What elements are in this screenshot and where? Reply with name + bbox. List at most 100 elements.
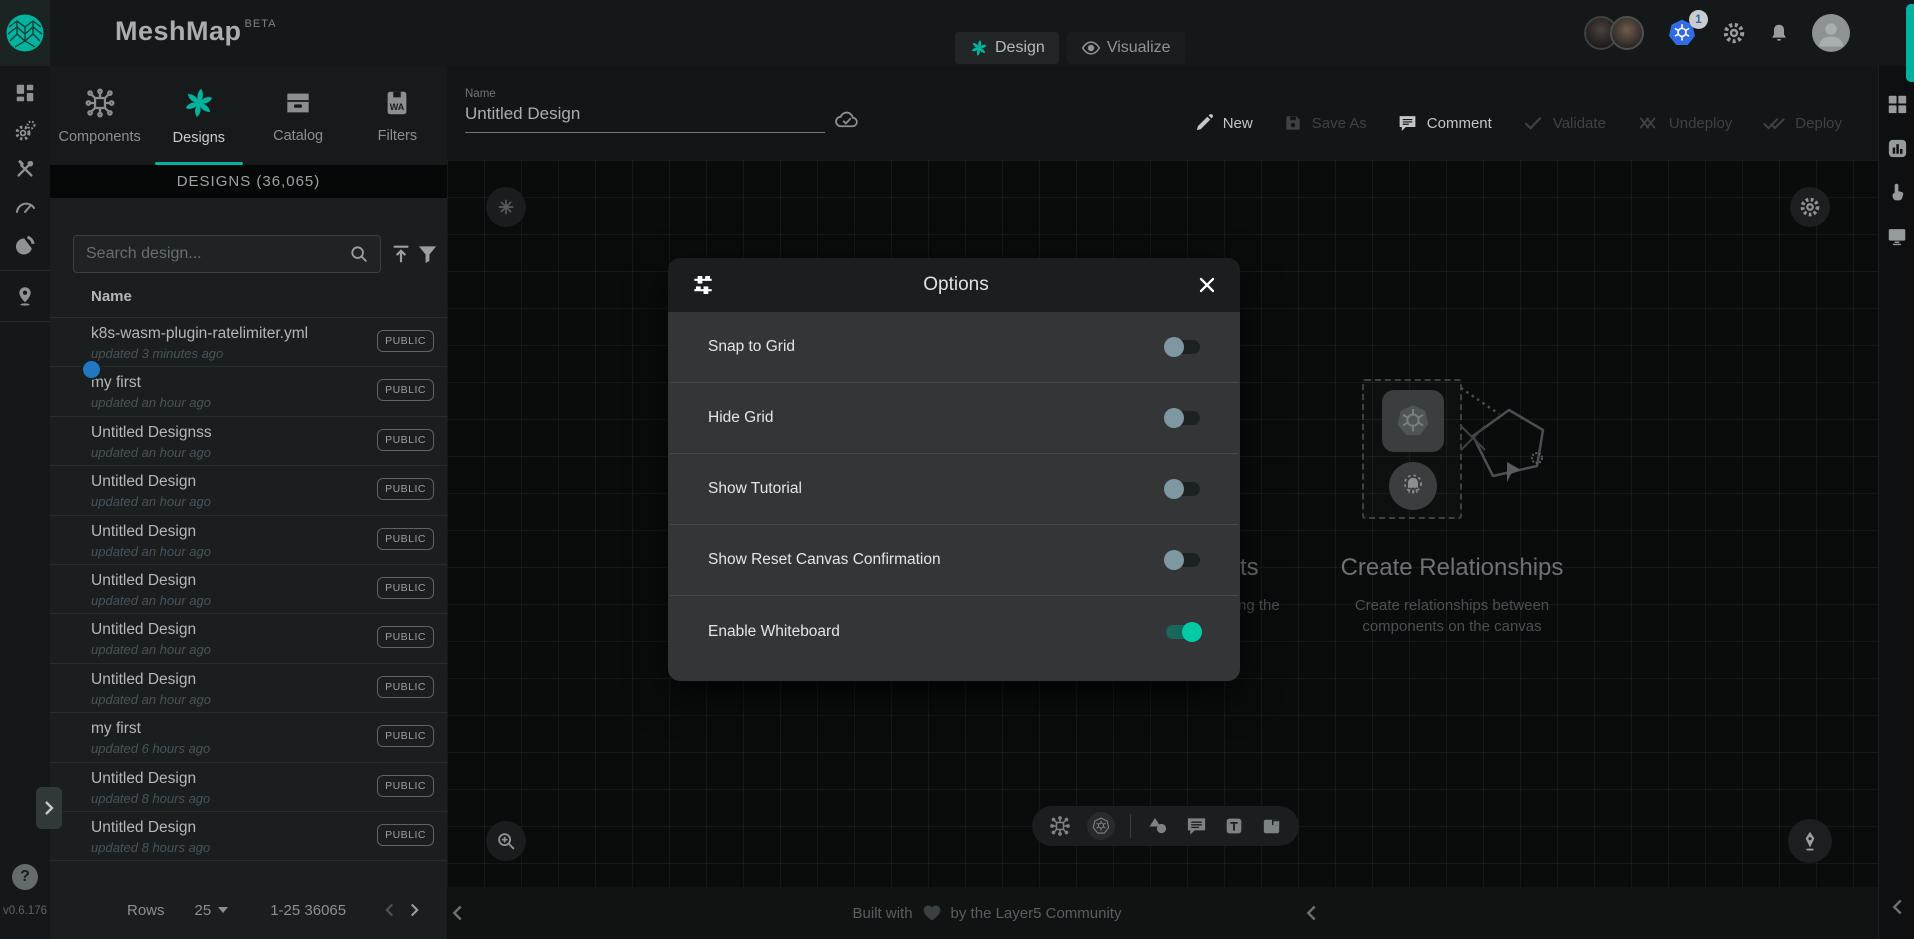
options-modal-header: Options bbox=[668, 258, 1240, 312]
visibility-badge[interactable]: PUBLIC bbox=[377, 478, 434, 500]
tab-visualize[interactable]: Visualize bbox=[1067, 32, 1185, 64]
toggle-knob bbox=[1182, 622, 1202, 642]
asterisk-icon bbox=[496, 197, 516, 217]
nav-extensions[interactable] bbox=[0, 226, 50, 264]
visibility-badge[interactable]: PUBLIC bbox=[377, 775, 434, 797]
save-as-button[interactable]: Save As bbox=[1283, 113, 1367, 133]
canvas-settings-fab[interactable] bbox=[1790, 187, 1830, 227]
option-toggle[interactable] bbox=[1166, 411, 1200, 425]
new-button[interactable]: New bbox=[1194, 113, 1253, 133]
pen-nib-icon bbox=[1799, 829, 1821, 853]
nav-lifecycle[interactable] bbox=[0, 112, 50, 150]
design-name-input[interactable] bbox=[465, 104, 825, 133]
visibility-badge[interactable]: PUBLIC bbox=[377, 626, 434, 648]
design-list-item[interactable]: my first updated an hour ago PUBLIC bbox=[50, 367, 447, 416]
heart-icon bbox=[921, 903, 943, 923]
layer5-logo[interactable] bbox=[0, 0, 50, 66]
nav-performance[interactable] bbox=[0, 188, 50, 226]
dock-shapes-button[interactable] bbox=[1146, 814, 1170, 838]
design-list-item[interactable]: Untitled Design updated an hour ago PUBL… bbox=[50, 614, 447, 663]
visibility-badge[interactable]: PUBLIC bbox=[377, 429, 434, 451]
nav-configuration[interactable] bbox=[0, 150, 50, 188]
visibility-badge[interactable]: PUBLIC bbox=[377, 577, 434, 599]
options-list: Snap to Grid Hide Grid Show Tutorial Sho… bbox=[668, 312, 1240, 681]
option-toggle[interactable] bbox=[1166, 553, 1200, 567]
speedometer-icon bbox=[13, 195, 37, 219]
settings-button[interactable] bbox=[1722, 21, 1746, 45]
gear-icon bbox=[1799, 196, 1821, 218]
visibility-badge[interactable]: PUBLIC bbox=[377, 676, 434, 698]
design-updated: updated an hour ago bbox=[91, 642, 211, 657]
import-design-button[interactable] bbox=[390, 242, 412, 266]
footer-credit: Built with by the Layer5 Community bbox=[807, 903, 1167, 923]
design-list-item[interactable]: Untitled Design updated an hour ago PUBL… bbox=[50, 664, 447, 713]
tab-components[interactable]: Components bbox=[50, 66, 149, 165]
next-page-button[interactable] bbox=[409, 902, 420, 918]
design-list-item[interactable]: k8s-wasm-plugin-ratelimiter.yml updated … bbox=[50, 318, 447, 367]
visibility-badge[interactable]: PUBLIC bbox=[377, 379, 434, 401]
help-button[interactable]: ? bbox=[12, 864, 38, 890]
tab-catalog[interactable]: Catalog bbox=[249, 66, 348, 165]
close-icon[interactable] bbox=[1196, 274, 1218, 296]
design-updated: updated an hour ago bbox=[91, 395, 211, 410]
collaborator-presence-avatar[interactable] bbox=[81, 359, 102, 380]
components-icon bbox=[83, 86, 117, 120]
option-toggle[interactable] bbox=[1166, 340, 1200, 354]
design-list-item[interactable]: Untitled Design updated 8 hours ago PUBL… bbox=[50, 812, 447, 861]
dock-kubernetes-button[interactable] bbox=[1087, 812, 1115, 840]
footer-collapse-left[interactable] bbox=[451, 904, 464, 922]
collaborator-avatar-2[interactable] bbox=[1610, 16, 1644, 50]
canvas-k8s-fab[interactable] bbox=[486, 187, 526, 227]
design-list-item[interactable]: Untitled Design updated an hour ago PUBL… bbox=[50, 565, 447, 614]
display-mode-button[interactable] bbox=[1879, 216, 1914, 256]
design-list-item[interactable]: Untitled Design updated 8 hours ago PUBL… bbox=[50, 763, 447, 812]
filter-designs-button[interactable] bbox=[416, 242, 439, 266]
deploy-button[interactable]: Deploy bbox=[1762, 112, 1842, 134]
designs-pinwheel-icon bbox=[181, 85, 217, 121]
catalog-icon bbox=[282, 87, 314, 119]
beta-tag: BETA bbox=[245, 18, 277, 30]
undeploy-button[interactable]: Undeploy bbox=[1636, 112, 1732, 134]
search-input[interactable] bbox=[74, 245, 348, 263]
right-rail-collapse[interactable] bbox=[1879, 898, 1914, 916]
nav-meshmap[interactable] bbox=[0, 277, 50, 315]
side-widget-tab[interactable] bbox=[1906, 4, 1914, 82]
dock-media-button[interactable] bbox=[1260, 815, 1283, 838]
zoom-fab[interactable] bbox=[486, 821, 526, 861]
layout-grid-button[interactable] bbox=[1879, 84, 1914, 124]
rows-per-page-select[interactable]: 25 bbox=[195, 902, 229, 919]
option-toggle[interactable] bbox=[1166, 625, 1200, 639]
sidebar-expand-handle[interactable] bbox=[36, 787, 62, 829]
dock-text-button[interactable] bbox=[1223, 815, 1245, 837]
visibility-badge[interactable]: PUBLIC bbox=[377, 330, 434, 352]
tab-design[interactable]: Design bbox=[955, 32, 1059, 64]
design-list-item[interactable]: my first updated 6 hours ago PUBLIC bbox=[50, 713, 447, 762]
visibility-badge[interactable]: PUBLIC bbox=[377, 528, 434, 550]
nav-dashboard[interactable] bbox=[0, 74, 50, 112]
dock-comment-button[interactable] bbox=[1185, 815, 1208, 838]
tab-filters[interactable]: WA Filters bbox=[348, 66, 447, 165]
design-name: k8s-wasm-plugin-ratelimiter.yml bbox=[91, 325, 308, 343]
rail-divider bbox=[0, 321, 50, 322]
kubernetes-context[interactable]: 1 bbox=[1666, 17, 1700, 49]
text-icon bbox=[1223, 815, 1245, 837]
footer-collapse-mid[interactable] bbox=[1305, 904, 1318, 922]
visibility-badge[interactable]: PUBLIC bbox=[377, 824, 434, 846]
option-toggle[interactable] bbox=[1166, 482, 1200, 496]
dock-components-button[interactable] bbox=[1048, 814, 1072, 838]
interaction-mode-button[interactable] bbox=[1879, 172, 1914, 212]
notifications-button[interactable] bbox=[1768, 22, 1790, 44]
prev-page-button[interactable] bbox=[384, 902, 395, 918]
tab-designs[interactable]: Designs bbox=[149, 66, 248, 165]
metrics-button[interactable] bbox=[1879, 128, 1914, 168]
design-list-item[interactable]: Untitled Designss updated an hour ago PU… bbox=[50, 417, 447, 466]
designs-panel: Components Designs bbox=[50, 66, 447, 939]
design-topbar: Name New Save As bbox=[447, 66, 1878, 160]
validate-button[interactable]: Validate bbox=[1522, 112, 1606, 134]
visibility-badge[interactable]: PUBLIC bbox=[377, 725, 434, 747]
comment-button[interactable]: Comment bbox=[1397, 113, 1492, 134]
design-list-item[interactable]: Untitled Design updated an hour ago PUBL… bbox=[50, 466, 447, 515]
design-list-item[interactable]: Untitled Design updated an hour ago PUBL… bbox=[50, 516, 447, 565]
whiteboard-pen-fab[interactable] bbox=[1788, 819, 1832, 863]
user-avatar[interactable] bbox=[1812, 14, 1850, 52]
